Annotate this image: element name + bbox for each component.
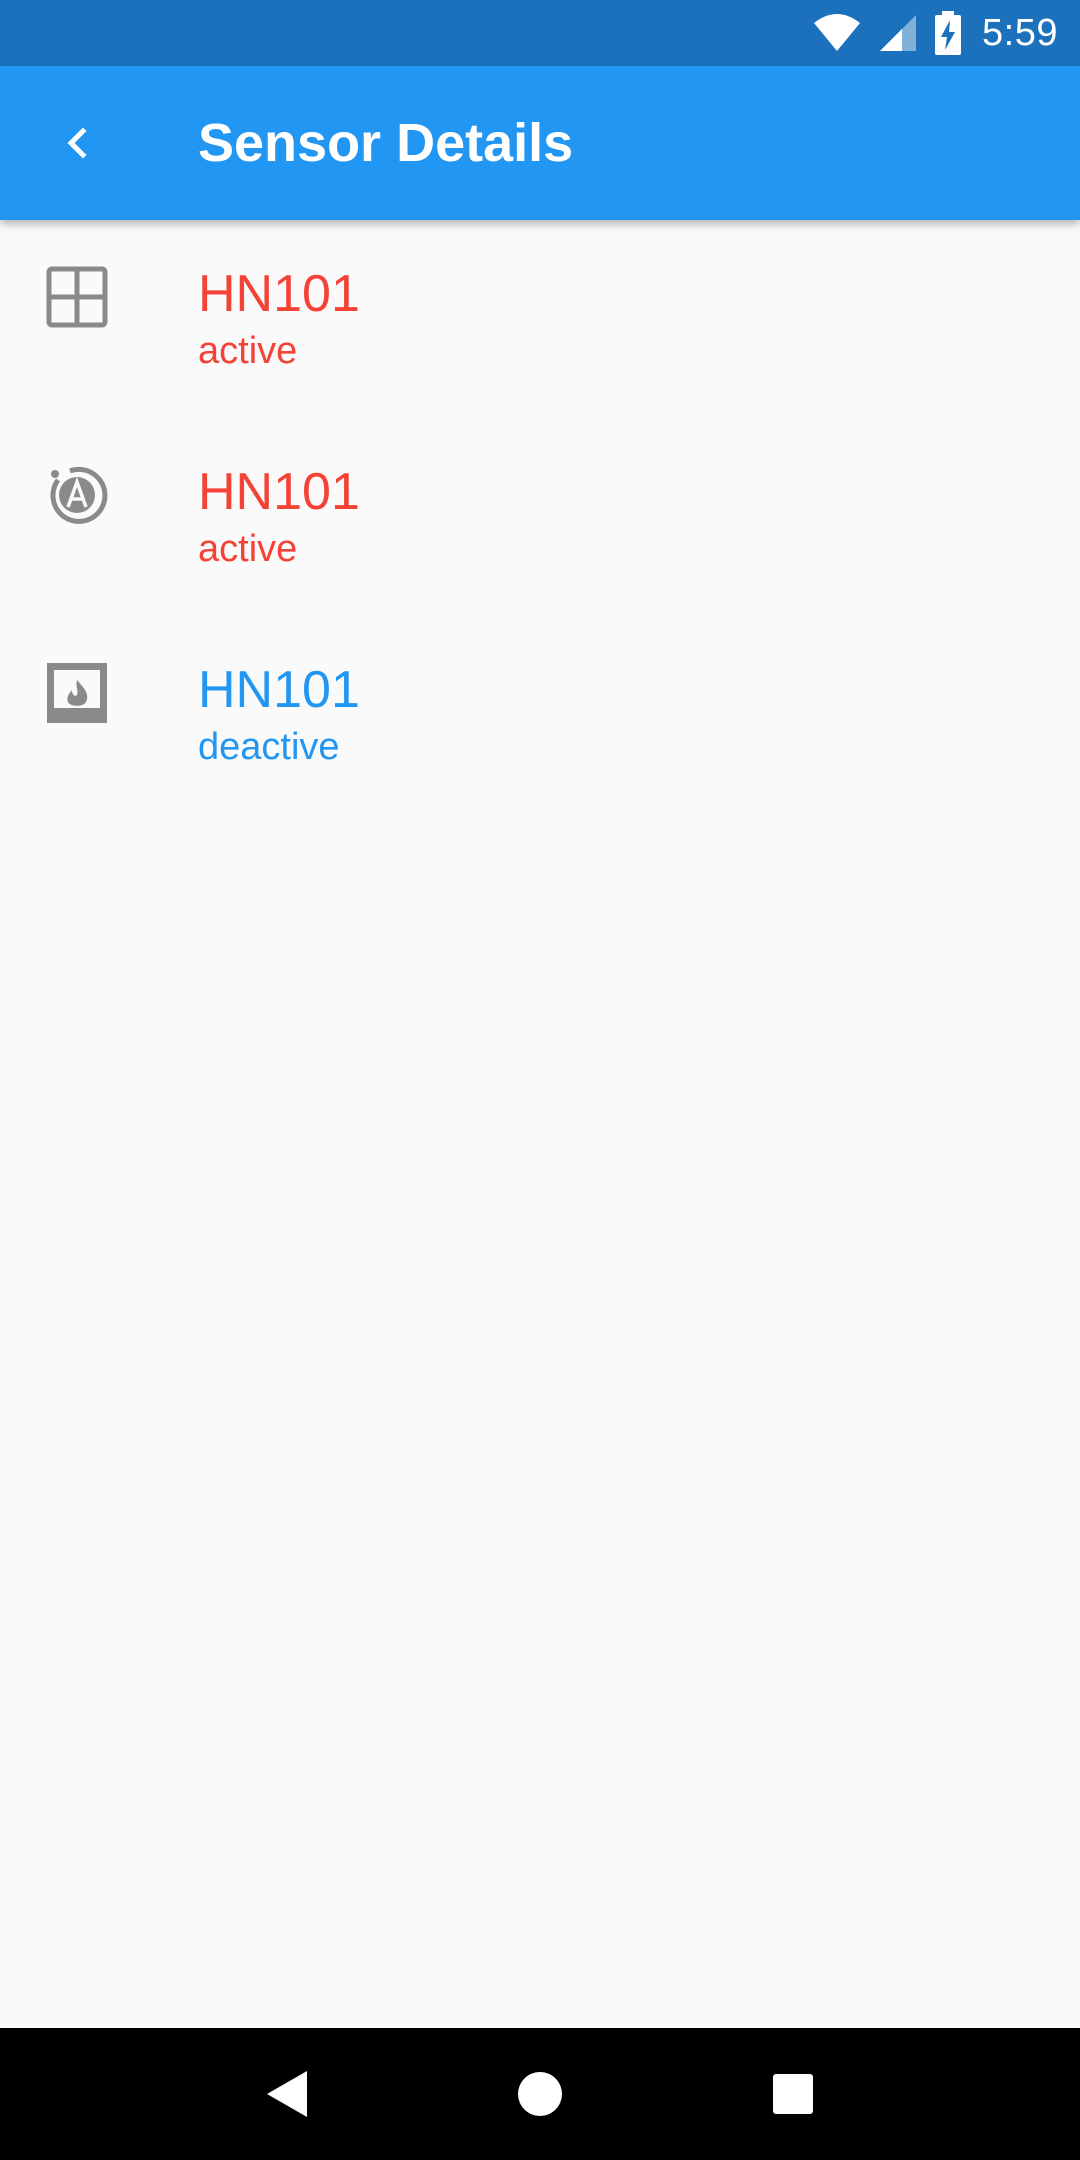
sensor-name: HN101 bbox=[198, 463, 360, 521]
status-time: 5:59 bbox=[982, 11, 1058, 54]
nav-back-button[interactable] bbox=[227, 2034, 347, 2154]
sensor-list-item[interactable]: HN101 active bbox=[0, 220, 1080, 418]
fireplace-icon bbox=[47, 663, 107, 723]
sensor-text: HN101 active bbox=[198, 462, 360, 574]
app-bar: Sensor Details bbox=[0, 66, 1080, 220]
status-bar: 5:59 bbox=[0, 0, 1080, 66]
cell-signal-icon bbox=[880, 15, 917, 51]
sensor-name: HN101 bbox=[198, 265, 360, 323]
sensor-list-item[interactable]: HN101 active bbox=[0, 418, 1080, 616]
recents-square-icon bbox=[773, 2074, 814, 2114]
sensor-list: HN101 active HN101 active HN101 deactive bbox=[0, 220, 1080, 814]
sensor-status: deactive bbox=[198, 726, 340, 768]
sensor-list-item[interactable]: HN101 deactive bbox=[0, 616, 1080, 814]
nav-home-button[interactable] bbox=[480, 2034, 600, 2154]
auto-mode-icon bbox=[50, 466, 108, 524]
sensor-text: HN101 deactive bbox=[198, 660, 360, 772]
chevron-left-icon bbox=[67, 127, 87, 159]
wifi-icon bbox=[814, 14, 861, 51]
sensor-status: active bbox=[198, 528, 298, 570]
window-icon bbox=[46, 266, 108, 328]
page-title: Sensor Details bbox=[198, 113, 574, 173]
sensor-name: HN101 bbox=[198, 661, 360, 719]
battery-charging-icon bbox=[935, 11, 962, 55]
back-button[interactable] bbox=[0, 66, 154, 220]
sensor-status: active bbox=[198, 330, 298, 372]
back-triangle-icon bbox=[266, 2071, 307, 2117]
nav-recents-button[interactable] bbox=[733, 2034, 853, 2154]
sensor-text: HN101 active bbox=[198, 264, 360, 376]
home-circle-icon bbox=[517, 2072, 562, 2116]
system-nav-bar bbox=[0, 2028, 1080, 2160]
